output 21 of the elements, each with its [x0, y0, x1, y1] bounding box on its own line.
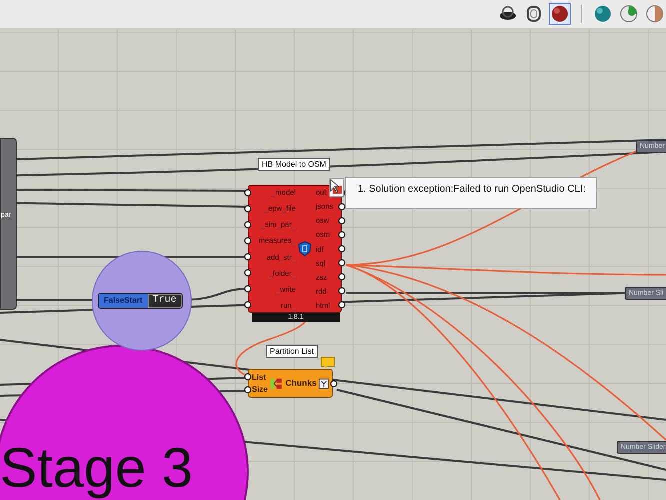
input-label: List	[252, 372, 266, 383]
graft-icon	[318, 378, 329, 390]
error-balloon-icon	[329, 178, 345, 198]
error-tooltip: 1. Solution exception:Failed to run OpenStudio CLI:	[345, 177, 597, 209]
sphere-icon	[551, 5, 569, 23]
sphere-icon	[620, 5, 638, 23]
toggle-name: FalseStart	[99, 294, 148, 308]
shield-icon	[298, 241, 312, 257]
ring-icon	[525, 5, 543, 23]
group-label: Stage 3	[0, 438, 194, 498]
eye-icon	[499, 5, 517, 23]
preview-button[interactable]	[549, 3, 571, 25]
component-title: HB Model to OSM	[258, 158, 330, 171]
sphere-icon	[594, 5, 612, 23]
toggle-value[interactable]: True	[148, 294, 182, 308]
input-label: Size	[252, 384, 268, 396]
output-port	[330, 380, 338, 388]
output-label: Chunks	[286, 378, 317, 389]
component-title: Partition List	[266, 345, 318, 358]
warning-balloon-icon	[321, 357, 335, 369]
component-body[interactable]: List Size Chunks	[248, 369, 333, 398]
